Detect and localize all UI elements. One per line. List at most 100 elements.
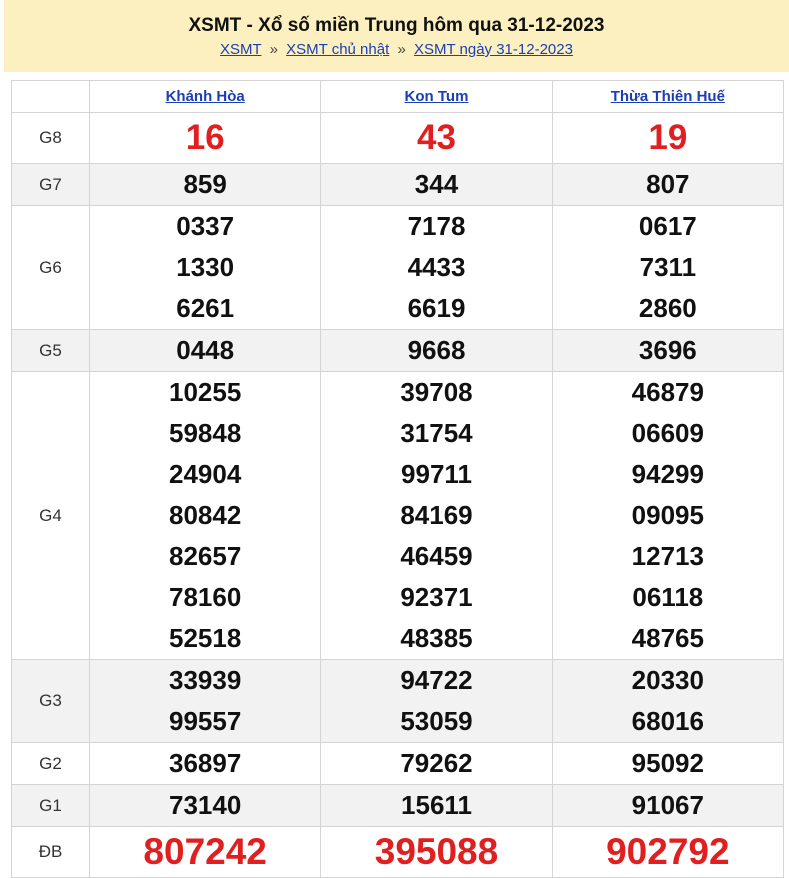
result-number: 6619	[407, 293, 466, 323]
result-cell: 46879 06609 94299 09095 12713 06118 48765	[551, 371, 785, 660]
result-number: 16	[185, 118, 225, 157]
result-cell: 39708 31754 99711 84169 46459 92371 48385	[320, 371, 553, 660]
result-number: 92371	[400, 582, 473, 612]
result-number: 902792	[606, 831, 730, 872]
result-cell: 36897	[88, 742, 322, 785]
result-number: 84169	[400, 500, 473, 530]
result-number: 395088	[374, 831, 499, 872]
result-cell: 0448	[88, 329, 322, 372]
result-number: 48765	[631, 623, 704, 653]
prize-row: G6 0337 1330 6261 7178 4433 6619 0617 7311 2860	[11, 205, 785, 330]
result-number: 95092	[631, 748, 704, 778]
result-cell: 19	[551, 112, 785, 164]
result-number: 79262	[400, 748, 473, 778]
result-cell: 0617 7311 2860	[551, 205, 785, 330]
province-link-thua-thien-hue[interactable]: Thừa Thiên Huế	[611, 88, 725, 105]
province-link-kon-tum[interactable]: Kon Tum	[405, 88, 469, 105]
result-number: 52518	[169, 623, 242, 653]
result-number: 48385	[400, 623, 473, 653]
result-number: 06118	[632, 582, 704, 612]
result-number: 99557	[169, 706, 242, 736]
result-cell: 9668	[320, 329, 553, 372]
prize-label: G8	[11, 112, 90, 164]
prize-row: ĐB 807242 395088 902792	[11, 826, 785, 878]
prize-label: G2	[11, 742, 90, 785]
result-cell: 94722 53059	[320, 659, 553, 743]
result-cell: 73140	[88, 784, 322, 827]
result-cell: 395088	[320, 826, 553, 878]
result-cell: 3696	[551, 329, 785, 372]
result-number: 859	[183, 169, 227, 199]
result-cell: 807	[551, 163, 785, 206]
result-number: 33939	[169, 665, 242, 695]
result-number: 46879	[631, 377, 704, 407]
result-number: 09095	[631, 500, 704, 530]
prize-label: G1	[11, 784, 90, 827]
result-number: 0617	[638, 211, 697, 241]
result-number: 94722	[400, 665, 473, 695]
province-header-row: Khánh Hòa Kon Tum Thừa Thiên Huế	[11, 80, 785, 113]
result-number: 6261	[176, 293, 235, 323]
result-cell: 79262	[320, 742, 553, 785]
province-header: Thừa Thiên Huế	[551, 80, 785, 113]
result-cell: 859	[88, 163, 322, 206]
result-number: 10255	[169, 377, 242, 407]
result-number: 0448	[176, 335, 235, 365]
prize-label: G7	[11, 163, 90, 206]
result-cell: 91067	[551, 784, 785, 827]
result-number: 80842	[169, 500, 242, 530]
result-number: 807242	[143, 831, 267, 872]
result-number: 78160	[169, 582, 242, 612]
prize-label: G5	[11, 329, 90, 372]
province-link-khanh-hoa[interactable]: Khánh Hòa	[166, 88, 245, 105]
page-header: XSMT - Xổ số miền Trung hôm qua 31-12-20…	[4, 0, 789, 72]
result-number: 1330	[176, 252, 235, 282]
prize-row: G3 33939 99557 94722 53059 20330 68016	[11, 659, 785, 743]
results-table: Khánh Hòa Kon Tum Thừa Thiên Huế G8 16 43 1…	[11, 80, 785, 878]
result-number: 46459	[400, 541, 473, 571]
page-title: XSMT - Xổ số miền Trung hôm qua 31-12-20…	[188, 15, 605, 36]
result-number: 36897	[169, 748, 242, 778]
result-number: 9668	[407, 335, 466, 365]
result-number: 94299	[631, 459, 704, 489]
result-number: 68016	[631, 706, 704, 736]
result-number: 15611	[401, 790, 472, 820]
result-cell: 344	[320, 163, 553, 206]
breadcrumb-xsmt-sunday[interactable]: XSMT chủ nhật	[286, 41, 389, 58]
result-cell: 43	[320, 112, 553, 164]
result-number: 82657	[169, 541, 242, 571]
result-number: 06609	[631, 418, 704, 448]
result-number: 24904	[169, 459, 242, 489]
result-number: 73140	[169, 790, 242, 820]
result-number: 2860	[638, 293, 697, 323]
result-number: 39708	[400, 377, 473, 407]
prize-label: ĐB	[11, 826, 90, 878]
prize-row: G4 10255 59848 24904 80842 82657 78160 52518 397…	[11, 371, 785, 660]
result-number: 53059	[400, 706, 473, 736]
prize-row: G2 36897 79262 95092	[11, 742, 785, 785]
result-number: 43	[417, 118, 456, 157]
prize-label: G3	[11, 659, 90, 743]
result-cell: 33939 99557	[88, 659, 322, 743]
result-number: 7311	[639, 252, 697, 282]
prize-row: G1 73140 15611 91067	[11, 784, 785, 827]
province-header: Khánh Hòa	[88, 80, 322, 113]
result-cell: 7178 4433 6619	[320, 205, 553, 330]
result-cell: 902792	[551, 826, 785, 878]
prize-column-header	[11, 80, 90, 113]
result-number: 344	[414, 169, 459, 199]
prize-row: G5 0448 9668 3696	[11, 329, 785, 372]
result-number: 7178	[407, 211, 466, 241]
result-number: 807	[646, 169, 690, 199]
result-cell: 20330 68016	[551, 659, 785, 743]
breadcrumb-xsmt-date[interactable]: XSMT ngày 31-12-2023	[414, 41, 573, 58]
breadcrumb: XSMT » XSMT chủ nhật » XSMT ngày 31-12-2…	[4, 41, 789, 58]
result-cell: 10255 59848 24904 80842 82657 78160 52518	[88, 371, 322, 660]
prize-label: G6	[11, 205, 90, 330]
result-number: 20330	[631, 665, 704, 695]
breadcrumb-xsmt[interactable]: XSMT	[220, 41, 261, 58]
province-header: Kon Tum	[320, 80, 553, 113]
result-number: 4433	[407, 252, 466, 282]
result-number: 31754	[400, 418, 473, 448]
breadcrumb-separator: »	[269, 41, 278, 58]
